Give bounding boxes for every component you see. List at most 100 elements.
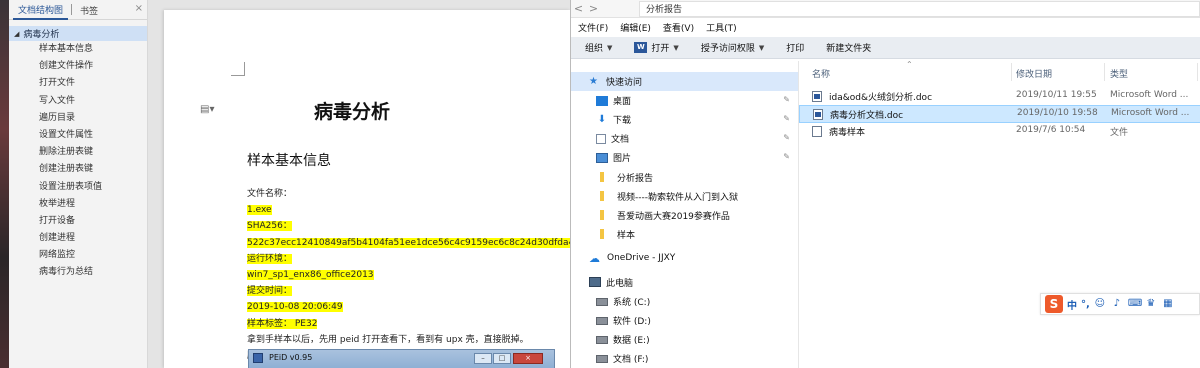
column-date[interactable]: 修改日期	[1016, 67, 1052, 80]
nav-folder-samples[interactable]: 样本	[571, 225, 798, 244]
body-text: 文件名称：	[247, 189, 293, 199]
ime-punctuation-toggle[interactable]: °,	[1081, 299, 1090, 310]
document-line: 文件名称：	[247, 186, 570, 202]
back-icon[interactable]: <	[571, 2, 586, 15]
nav-item[interactable]: 病毒行为总结	[9, 264, 147, 281]
address-field[interactable]: 分析报告	[639, 0, 1200, 17]
nav-onedrive[interactable]: ☁ OneDrive - JJXY	[571, 249, 798, 268]
drive-icon	[596, 354, 608, 363]
desktop-icon	[596, 95, 608, 106]
nav-desktop[interactable]: 桌面 ✎	[571, 91, 798, 110]
nav-folder-reports[interactable]: 分析报告	[571, 167, 798, 186]
new-folder-button[interactable]: 新建文件夹	[826, 41, 871, 54]
share-button[interactable]: 授予访问权限 ▼	[701, 41, 765, 55]
nav-drive-f[interactable]: 文档 (F:)	[571, 349, 798, 368]
nav-item[interactable]: 打开设备	[9, 213, 147, 230]
section-heading: 样本基本信息	[247, 153, 331, 169]
file-date: 2019/10/10 19:58	[1017, 108, 1098, 119]
tab-document-map[interactable]: 文档结构图	[13, 0, 69, 20]
menu-file[interactable]: 文件(F)	[578, 21, 608, 34]
collapse-triangle-icon[interactable]: ◢	[14, 30, 19, 38]
nav-item[interactable]: 网络监控	[9, 247, 147, 264]
nav-this-pc[interactable]: 此电脑	[571, 273, 798, 292]
chevron-down-icon: ▼	[758, 43, 765, 52]
menu-tools[interactable]: 工具(T)	[706, 21, 737, 34]
close-icon[interactable]: ×	[135, 3, 143, 14]
document-page[interactable]: ▤▾ 病毒分析 样本基本信息 文件名称： 1.exe SHA256： 522c37ec…	[164, 10, 570, 368]
document-body: 文件名称： 1.exe SHA256： 522c37ecc12410849af5b41…	[247, 186, 570, 364]
document-line: 运行环境：	[247, 251, 570, 267]
nav-label: 视频----勒索软件从入门到入狱	[617, 192, 738, 203]
nav-item[interactable]: 枚举进程	[9, 196, 147, 213]
column-divider[interactable]	[1197, 63, 1198, 81]
nav-root-item[interactable]: ◢ 病毒分析	[9, 26, 147, 41]
nav-drive-c[interactable]: 系统 (C:)	[571, 292, 798, 311]
tab-bookmark[interactable]: 书签	[75, 1, 103, 19]
emoji-icon[interactable]: ☺	[1094, 298, 1106, 310]
file-list: ida&od&火绒剑分析.doc 2019/10/11 19:55 Micros…	[799, 88, 1200, 140]
nav-drive-d[interactable]: 软件 (D:)	[571, 311, 798, 330]
file-row[interactable]: ida&od&火绒剑分析.doc 2019/10/11 19:55 Micros…	[799, 88, 1200, 105]
toolbox-icon[interactable]: ▦	[1162, 298, 1174, 310]
nav-folder-video[interactable]: 视频----勒索软件从入门到入狱	[571, 187, 798, 206]
sogou-logo-icon[interactable]: S	[1045, 295, 1063, 313]
menu-bar: 文件(F) 编辑(E) 查看(V) 工具(T)	[571, 18, 1200, 37]
sort-up-icon: ⌃	[906, 60, 913, 69]
nav-item[interactable]: 创建注册表键	[9, 161, 147, 178]
nav-pictures[interactable]: 图片 ✎	[571, 148, 798, 167]
print-button[interactable]: 打印	[786, 41, 804, 54]
file-name: 病毒分析文档.doc	[830, 111, 904, 122]
tab-divider	[71, 4, 73, 15]
open-button[interactable]: W 打开 ▼	[634, 41, 679, 54]
nav-item[interactable]: 样本基本信息	[9, 41, 147, 58]
nav-downloads[interactable]: ⬇ 下载 ✎	[571, 110, 798, 129]
highlighted-text: 提交时间：	[247, 286, 293, 297]
skin-icon[interactable]: ♛	[1145, 298, 1157, 310]
nav-label: 文档 (F:)	[613, 355, 649, 366]
nav-label: 此电脑	[606, 278, 634, 289]
nav-folder-contest[interactable]: 吾爱动画大赛2019参赛作品	[571, 206, 798, 225]
column-name[interactable]: 名称	[812, 67, 830, 80]
nav-quick-access[interactable]: ★ 快速访问	[571, 72, 798, 92]
organize-button[interactable]: 组织 ▼	[585, 41, 612, 55]
nav-label: 桌面	[613, 97, 632, 108]
highlighted-text: SHA256：	[247, 221, 292, 232]
nav-item[interactable]: 创建进程	[9, 230, 147, 247]
word-icon: W	[634, 42, 648, 53]
nav-documents[interactable]: 文档 ✎	[571, 129, 798, 148]
file-name: 病毒样本	[829, 127, 866, 138]
nav-item[interactable]: 删除注册表键	[9, 144, 147, 161]
nav-label: 分析报告	[617, 173, 654, 184]
pin-icon[interactable]: ✎	[783, 133, 790, 142]
ime-toolbar: S 中 °, ☺ ♪ ⌨ ♛ ▦	[1040, 293, 1200, 315]
menu-edit[interactable]: 编辑(E)	[620, 21, 651, 34]
pin-icon[interactable]: ✎	[783, 114, 790, 123]
document-line: 提交时间：	[247, 283, 570, 299]
document-line: 522c37ecc12410849af5b4104fa51ee1dce56c4c…	[247, 235, 570, 251]
nav-item[interactable]: 写入文件	[9, 93, 147, 110]
nav-item[interactable]: 设置文件属性	[9, 127, 147, 144]
keyboard-icon[interactable]: ⌨	[1128, 298, 1142, 310]
file-row-selected[interactable]: 病毒分析文档.doc 2019/10/10 19:58 Microsoft Wo…	[799, 105, 1200, 123]
nav-item[interactable]: 创建文件操作	[9, 58, 147, 75]
highlighted-text: 1.exe	[247, 205, 272, 216]
forward-icon[interactable]: >	[586, 2, 601, 15]
menu-view[interactable]: 查看(V)	[663, 21, 694, 34]
pin-icon[interactable]: ✎	[783, 95, 790, 104]
microphone-icon[interactable]: ♪	[1111, 298, 1123, 310]
nav-item[interactable]: 打开文件	[9, 75, 147, 92]
highlighted-text: 2019-10-08 20:06:49	[247, 302, 343, 313]
nav-item[interactable]: 遍历目录	[9, 110, 147, 127]
document-line: 拿到手样本以后，先用 peid 打开查看下，看到有 upx 壳，直接脱掉。	[247, 332, 570, 348]
nav-drive-e[interactable]: 数据 (E:)	[571, 330, 798, 349]
column-type[interactable]: 类型	[1110, 67, 1128, 80]
ime-language-toggle[interactable]: 中	[1067, 297, 1077, 312]
nav-item[interactable]: 设置注册表项值	[9, 179, 147, 196]
file-date: 2019/7/6 10:54	[1016, 124, 1086, 135]
column-divider[interactable]	[1104, 63, 1105, 81]
file-row[interactable]: 病毒样本 2019/7/6 10:54 文件	[799, 123, 1200, 140]
pin-icon[interactable]: ✎	[783, 152, 790, 161]
address-path: 分析报告	[646, 5, 683, 15]
nav-label: 图片	[613, 154, 632, 165]
column-divider[interactable]	[1011, 63, 1012, 81]
